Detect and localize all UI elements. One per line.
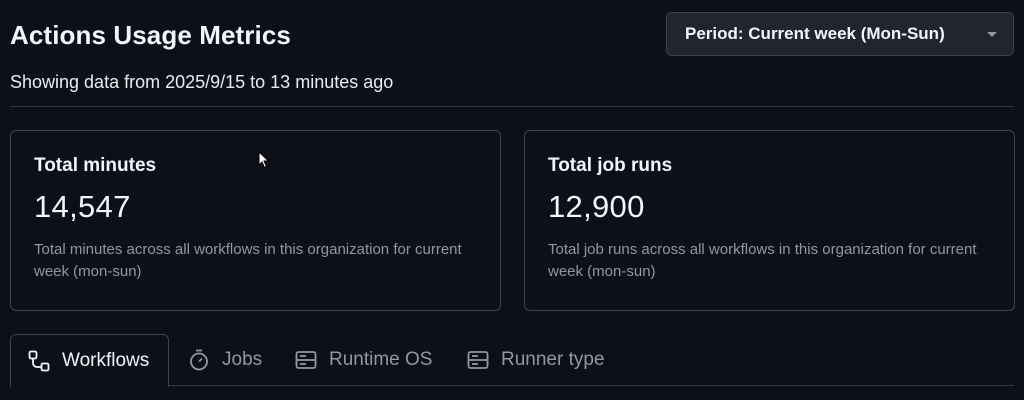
card-value: 14,547 <box>34 189 131 224</box>
tab-label: Jobs <box>222 349 263 370</box>
mouse-cursor-icon <box>258 151 270 169</box>
header-divider <box>10 106 1014 107</box>
card-description: Total job runs across all workflows in t… <box>548 241 977 280</box>
server-icon <box>466 348 490 372</box>
total-minutes-card: Total minutes 14,547 Total minutes acros… <box>10 130 501 311</box>
page-header: Actions Usage Metrics Period: Current we… <box>10 12 1014 58</box>
tab-jobs[interactable]: Jobs <box>187 334 262 386</box>
caret-down-icon <box>987 31 997 37</box>
server-icon <box>294 348 318 372</box>
tab-label: Workflows <box>62 350 150 371</box>
card-title: Total job runs <box>548 155 673 176</box>
page-title: Actions Usage Metrics <box>10 20 291 50</box>
tab-label: Runner type <box>501 349 605 370</box>
tab-label: Runtime OS <box>329 349 433 370</box>
card-description: Total minutes across all workflows in th… <box>34 241 462 280</box>
workflow-icon <box>27 349 51 373</box>
date-range-subtitle: Showing data from 2025/9/15 to 13 minute… <box>10 72 394 92</box>
card-title: Total minutes <box>34 155 157 176</box>
actions-usage-metrics-page: Actions Usage Metrics Period: Current we… <box>0 0 1024 400</box>
stopwatch-icon <box>187 348 211 372</box>
period-select-label: Period: Current week (Mon-Sun) <box>685 24 945 43</box>
total-job-runs-card: Total job runs 12,900 Total job runs acr… <box>524 130 1015 311</box>
period-select-button[interactable]: Period: Current week (Mon-Sun) <box>666 12 1014 56</box>
tab-runtime-os[interactable]: Runtime OS <box>294 334 432 386</box>
tab-runner-type[interactable]: Runner type <box>466 334 605 386</box>
tab-workflows[interactable]: Workflows <box>10 334 169 387</box>
card-value: 12,900 <box>548 189 645 224</box>
metrics-tabs: Workflows Jobs Runtime OS Runner type <box>10 334 1014 400</box>
